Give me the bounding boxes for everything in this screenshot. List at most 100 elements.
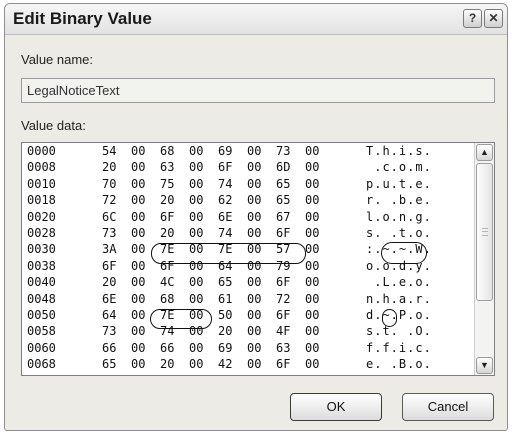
hex-byte[interactable]: 00 bbox=[131, 242, 145, 256]
hex-byte[interactable]: 20 bbox=[218, 324, 232, 338]
hex-byte[interactable]: 6F bbox=[160, 210, 174, 224]
hex-byte[interactable]: 74 bbox=[218, 226, 232, 240]
hex-row[interactable]: 0060 66 00 66 00 69 00 63 00 f.f.i.c. bbox=[22, 341, 462, 357]
hex-byte[interactable]: 00 bbox=[131, 292, 145, 306]
hex-byte[interactable]: 00 bbox=[305, 210, 319, 224]
hex-byte[interactable]: 00 bbox=[189, 357, 203, 371]
hex-byte[interactable]: 50 bbox=[218, 308, 232, 322]
hex-row[interactable]: 0048 6E 00 68 00 61 00 72 00 n.h.a.r. bbox=[22, 292, 462, 308]
hex-byte[interactable]: 00 bbox=[247, 144, 261, 158]
hex-byte[interactable]: 00 bbox=[189, 226, 203, 240]
value-data-hex-editor[interactable]: 0000 54 00 68 00 69 00 73 00 T.h.i.s. 0008 20 00 63 00… bbox=[21, 142, 495, 376]
hex-byte[interactable]: 00 bbox=[131, 275, 145, 289]
hex-byte[interactable]: 75 bbox=[160, 177, 174, 191]
hex-byte[interactable]: 6E bbox=[218, 210, 232, 224]
hex-byte[interactable]: 6F bbox=[218, 160, 232, 174]
hex-row[interactable]: 0018 72 00 20 00 62 00 65 00 r. .b.e. bbox=[22, 193, 462, 209]
hex-row[interactable]: 0028 73 00 20 00 74 00 6F 00 s. .t.o. bbox=[22, 226, 462, 242]
hex-byte[interactable]: 00 bbox=[247, 357, 261, 371]
hex-byte[interactable]: 00 bbox=[247, 341, 261, 355]
close-button[interactable]: ✕ bbox=[484, 9, 503, 28]
hex-byte[interactable]: 00 bbox=[305, 193, 319, 207]
hex-byte[interactable]: 4F bbox=[276, 324, 290, 338]
hex-byte[interactable]: 00 bbox=[247, 324, 261, 338]
hex-byte[interactable]: 20 bbox=[160, 357, 174, 371]
hex-row[interactable]: 0058 73 00 74 00 20 00 4F 00 s.t. .O. bbox=[22, 324, 462, 340]
hex-byte[interactable]: 67 bbox=[276, 210, 290, 224]
hex-byte[interactable]: 00 bbox=[131, 144, 145, 158]
hex-byte[interactable]: 72 bbox=[102, 193, 116, 207]
hex-byte[interactable]: 00 bbox=[247, 160, 261, 174]
hex-byte[interactable]: 65 bbox=[276, 193, 290, 207]
hex-byte[interactable]: 00 bbox=[131, 259, 145, 273]
hex-row[interactable]: 0040 20 00 4C 00 65 00 6F 00 .L.e.o. bbox=[22, 275, 462, 291]
hex-byte[interactable]: 61 bbox=[218, 292, 232, 306]
hex-byte[interactable]: 00 bbox=[305, 324, 319, 338]
hex-byte[interactable]: 20 bbox=[102, 160, 116, 174]
hex-byte[interactable]: 4C bbox=[160, 275, 174, 289]
hex-byte[interactable]: 00 bbox=[305, 226, 319, 240]
hex-byte[interactable]: 65 bbox=[218, 275, 232, 289]
hex-byte[interactable]: 00 bbox=[131, 341, 145, 355]
hex-byte[interactable]: 00 bbox=[305, 308, 319, 322]
hex-byte[interactable]: 42 bbox=[218, 357, 232, 371]
hex-byte[interactable]: 00 bbox=[305, 275, 319, 289]
ok-button[interactable]: OK bbox=[290, 393, 382, 421]
hex-byte[interactable]: 62 bbox=[218, 193, 232, 207]
hex-row[interactable]: 0068 65 00 20 00 42 00 6F 00 e. .B.o. bbox=[22, 357, 462, 373]
hex-byte[interactable]: 65 bbox=[276, 177, 290, 191]
hex-byte[interactable]: 64 bbox=[102, 308, 116, 322]
hex-byte[interactable]: 66 bbox=[102, 341, 116, 355]
hex-byte[interactable]: 00 bbox=[131, 324, 145, 338]
hex-byte[interactable]: 00 bbox=[305, 144, 319, 158]
scroll-down-button[interactable]: ▼ bbox=[476, 357, 493, 374]
hex-byte[interactable]: 68 bbox=[160, 144, 174, 158]
hex-byte[interactable]: 00 bbox=[189, 177, 203, 191]
hex-byte[interactable]: 73 bbox=[276, 144, 290, 158]
hex-byte[interactable]: 6F bbox=[102, 259, 116, 273]
hex-byte[interactable]: 00 bbox=[189, 193, 203, 207]
hex-byte[interactable]: 6D bbox=[276, 160, 290, 174]
hex-byte[interactable]: 00 bbox=[305, 259, 319, 273]
hex-byte[interactable]: 00 bbox=[247, 226, 261, 240]
hex-byte[interactable]: 00 bbox=[189, 275, 203, 289]
hex-byte[interactable]: 00 bbox=[131, 357, 145, 371]
hex-row[interactable]: 0020 6C 00 6F 00 6E 00 67 00 l.o.n.g. bbox=[22, 210, 462, 226]
hex-byte[interactable]: 73 bbox=[102, 226, 116, 240]
vertical-scrollbar[interactable]: ▲ ▼ bbox=[474, 143, 494, 375]
hex-byte[interactable]: 63 bbox=[276, 341, 290, 355]
hex-byte[interactable]: 70 bbox=[102, 177, 116, 191]
scroll-up-button[interactable]: ▲ bbox=[476, 144, 493, 161]
hex-byte[interactable]: 00 bbox=[305, 341, 319, 355]
hex-row[interactable]: 0008 20 00 63 00 6F 00 6D 00 .c.o.m. bbox=[22, 160, 462, 176]
hex-row[interactable]: 0010 70 00 75 00 74 00 65 00 p.u.t.e. bbox=[22, 177, 462, 193]
hex-byte[interactable]: 3A bbox=[102, 242, 116, 256]
hex-byte[interactable]: 00 bbox=[131, 210, 145, 224]
hex-byte[interactable]: 54 bbox=[102, 144, 116, 158]
hex-byte[interactable]: 6F bbox=[276, 357, 290, 371]
hex-byte[interactable]: 00 bbox=[305, 177, 319, 191]
hex-byte[interactable]: 00 bbox=[247, 210, 261, 224]
hex-byte[interactable]: 00 bbox=[247, 177, 261, 191]
hex-byte[interactable]: 00 bbox=[131, 160, 145, 174]
hex-byte[interactable]: 00 bbox=[131, 226, 145, 240]
hex-byte[interactable]: 00 bbox=[189, 144, 203, 158]
hex-byte[interactable]: 63 bbox=[160, 160, 174, 174]
hex-byte[interactable]: 6F bbox=[276, 226, 290, 240]
help-button[interactable]: ? bbox=[463, 9, 482, 28]
hex-byte[interactable]: 00 bbox=[189, 292, 203, 306]
hex-byte[interactable]: 00 bbox=[305, 357, 319, 371]
hex-byte[interactable]: 6F bbox=[276, 275, 290, 289]
hex-byte[interactable]: 6E bbox=[102, 292, 116, 306]
hex-byte[interactable]: 68 bbox=[160, 292, 174, 306]
hex-byte[interactable]: 00 bbox=[305, 292, 319, 306]
hex-byte[interactable]: 66 bbox=[160, 341, 174, 355]
hex-byte[interactable]: 00 bbox=[189, 341, 203, 355]
hex-byte[interactable]: 00 bbox=[247, 193, 261, 207]
hex-byte[interactable]: 72 bbox=[276, 292, 290, 306]
hex-row[interactable]: 0000 54 00 68 00 69 00 73 00 T.h.i.s. bbox=[22, 144, 462, 160]
hex-byte[interactable]: 69 bbox=[218, 144, 232, 158]
hex-byte[interactable]: 00 bbox=[131, 193, 145, 207]
hex-byte[interactable]: 00 bbox=[247, 275, 261, 289]
hex-byte[interactable]: 00 bbox=[305, 242, 319, 256]
